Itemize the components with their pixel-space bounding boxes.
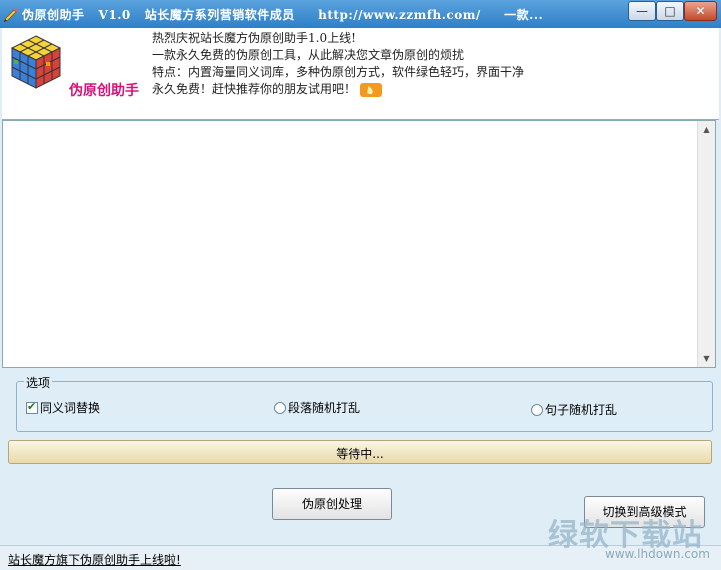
minimize-button[interactable]: —	[628, 1, 656, 21]
progress-status-text: 等待中...	[336, 447, 384, 461]
fire-icon	[360, 82, 383, 97]
promo-line: 永久免费！赶快推荐你的朋友试用吧！	[152, 81, 524, 98]
pencil-icon	[4, 8, 18, 22]
article-input[interactable]	[3, 121, 699, 367]
maximize-icon: □	[664, 4, 676, 18]
promo-line-text: 永久免费！赶快推荐你的朋友试用吧！	[152, 82, 357, 96]
option-label: 段落随机打乱	[288, 401, 361, 415]
promo-line: 特点：内置海量同义词库，多种伪原创方式，软件绿色轻巧，界面干净	[152, 65, 525, 79]
process-button[interactable]: 伪原创处理	[272, 488, 392, 520]
minimize-icon: —	[636, 4, 648, 18]
promo-text: 热烈庆祝站长魔方伪原创助手1.0上线! 一款永久免费的伪原创工具，从此解决您文章…	[152, 30, 524, 98]
app-name: 伪原创助手	[69, 83, 139, 99]
maximize-button[interactable]: □	[656, 1, 684, 21]
promo-line: 热烈庆祝站长魔方伪原创助手1.0上线!	[152, 31, 356, 45]
promo-line: 一款永久免费的伪原创工具，从此解决您文章伪原创的烦扰	[152, 48, 465, 62]
vertical-scrollbar[interactable]: ▲ ▼	[697, 121, 715, 367]
option-label: 句子随机打乱	[545, 403, 618, 417]
close-button[interactable]: ✕	[684, 1, 717, 21]
progress-bar: 等待中...	[8, 440, 712, 464]
options-group-label: 选项	[24, 374, 53, 391]
title-bar[interactable]: 伪原创助手 V1.0 站长魔方系列营销软件成员 http://www.zzmfh…	[0, 0, 721, 28]
paragraph-shuffle-radio[interactable]: 段落随机打乱	[274, 399, 360, 416]
header-banner: 伪原创助手 热烈庆祝站长魔方伪原创助手1.0上线! 一款永久免费的伪原创工具，从…	[2, 28, 719, 120]
radio-icon[interactable]	[531, 404, 543, 416]
checkbox-checked-icon[interactable]	[26, 400, 38, 414]
radio-icon[interactable]	[274, 402, 286, 414]
synonym-replace-checkbox[interactable]: 同义词替换	[26, 399, 100, 416]
option-label: 同义词替换	[40, 401, 101, 415]
scroll-up-icon[interactable]: ▲	[698, 121, 715, 138]
sentence-shuffle-radio[interactable]: 句子随机打乱	[531, 401, 617, 418]
rubik-cube-logo-icon	[10, 35, 62, 89]
article-editor[interactable]: ▲ ▼	[2, 120, 716, 368]
watermark-url: www.lhdown.com	[605, 547, 710, 561]
window-title: 伪原创助手 V1.0 站长魔方系列营销软件成员 http://www.zzmfh…	[22, 8, 544, 22]
main-window: 伪原创助手 V1.0 站长魔方系列营销软件成员 http://www.zzmfh…	[0, 0, 721, 570]
close-icon: ✕	[695, 4, 706, 18]
scroll-down-icon[interactable]: ▼	[698, 350, 715, 367]
status-link[interactable]: 站长魔方旗下伪原创助手上线啦!	[8, 551, 181, 568]
